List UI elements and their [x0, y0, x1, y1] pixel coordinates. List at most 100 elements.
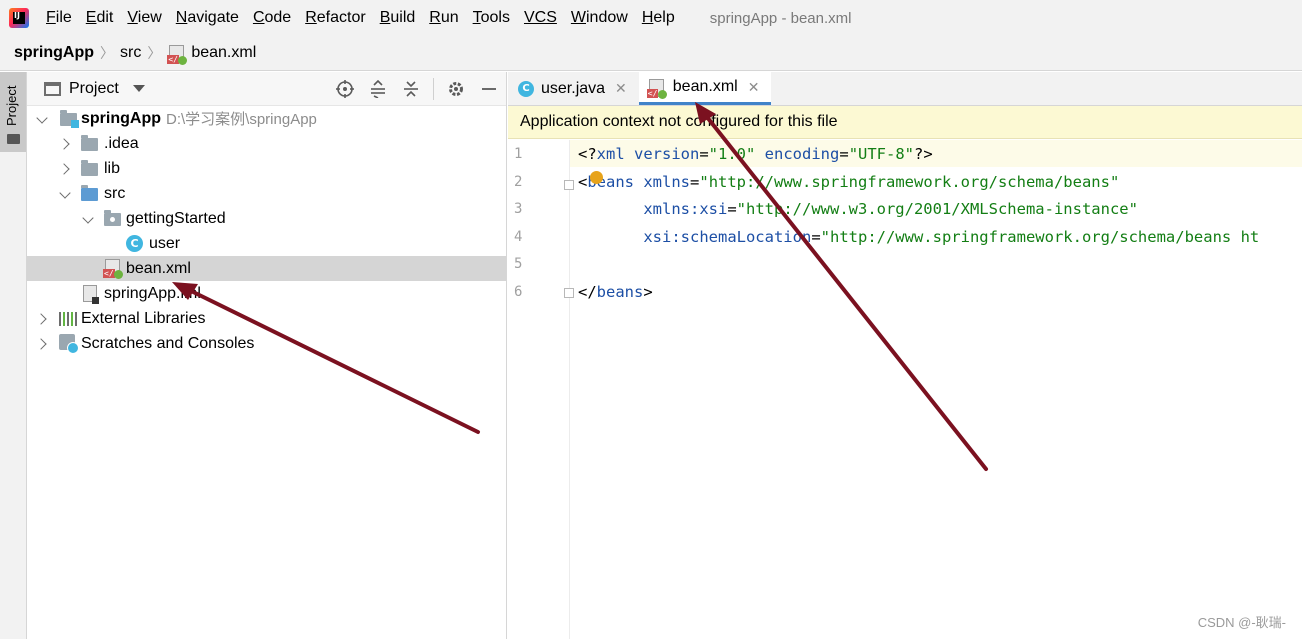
- expand-all-icon[interactable]: [367, 78, 389, 100]
- tree-row-external-libraries[interactable]: External Libraries: [27, 306, 506, 331]
- expand-arrow-icon[interactable]: [60, 188, 70, 198]
- project-tool-label: Project: [4, 85, 19, 126]
- editor-pane: C user.java ✕ bean.xml ✕ Application con…: [508, 72, 1302, 639]
- libraries-icon: [59, 312, 77, 326]
- package-icon: [104, 210, 121, 226]
- minimize-icon[interactable]: [478, 78, 500, 100]
- project-tree: springApp D:\学习案例\springApp .idea lib sr…: [27, 106, 506, 356]
- menu-window[interactable]: Window: [564, 9, 635, 27]
- expand-arrow-icon[interactable]: [37, 338, 47, 348]
- tree-label: External Libraries: [81, 309, 206, 327]
- folder-icon: [81, 160, 98, 176]
- chevron-right-icon: 〉: [147, 45, 162, 61]
- menu-vcs[interactable]: VCS: [517, 9, 564, 27]
- menu-build[interactable]: Build: [373, 9, 423, 27]
- tab-label: bean.xml: [672, 78, 738, 95]
- tab-user-java[interactable]: C user.java ✕: [508, 72, 639, 105]
- line-number: 5: [514, 256, 523, 272]
- chevron-right-icon: 〉: [100, 45, 114, 61]
- menu-file[interactable]: File: [39, 9, 79, 27]
- tree-label: .idea: [104, 134, 139, 152]
- xml-file-icon: [646, 78, 667, 99]
- menu-refactor[interactable]: Refactor: [298, 9, 372, 27]
- project-panel-title[interactable]: Project: [69, 80, 119, 98]
- menu-run[interactable]: Run: [422, 9, 465, 27]
- tree-label: springApp: [81, 109, 161, 127]
- tree-row-springapp[interactable]: springApp D:\学习案例\springApp: [27, 106, 506, 131]
- tree-row-src[interactable]: src: [27, 181, 506, 206]
- expand-arrow-icon[interactable]: [37, 313, 47, 323]
- tree-label: gettingStarted: [126, 209, 226, 227]
- code-line-4: xsi:schemaLocation = "http://www.springfra…: [643, 227, 1260, 246]
- window-icon: [44, 81, 61, 96]
- close-icon[interactable]: ✕: [615, 80, 627, 97]
- window-title: springApp - bean.xml: [709, 9, 852, 27]
- tree-label: user: [149, 234, 181, 252]
- scratches-icon: [59, 334, 79, 354]
- menu-code[interactable]: Code: [246, 9, 298, 27]
- breadcrumb-project[interactable]: springApp: [14, 44, 94, 62]
- tree-label: lib: [104, 159, 121, 177]
- close-icon[interactable]: ✕: [748, 79, 760, 96]
- gear-icon[interactable]: [445, 78, 467, 100]
- line-number: 2: [514, 174, 523, 190]
- dropdown-caret-icon[interactable]: [132, 85, 145, 92]
- tree-row-scratches[interactable]: Scratches and Consoles: [27, 331, 506, 356]
- menu-view[interactable]: View: [120, 9, 168, 27]
- tree-row-lib[interactable]: lib: [27, 156, 506, 181]
- iml-file-icon: [83, 285, 99, 304]
- tree-label: Scratches and Consoles: [81, 334, 255, 352]
- tab-label: user.java: [541, 79, 606, 97]
- panel-toolbar: [323, 78, 500, 100]
- tree-path-hint: D:\学习案例\springApp: [166, 111, 317, 128]
- project-panel-header: Project: [27, 72, 506, 106]
- breadcrumb-file[interactable]: bean.xml: [191, 44, 256, 62]
- expand-arrow-icon[interactable]: [60, 163, 70, 173]
- xml-file-icon: [103, 259, 123, 279]
- menu-bar: IJ File Edit View Navigate Code Refactor…: [0, 0, 1302, 36]
- java-class-icon: C: [518, 80, 534, 97]
- code-editor[interactable]: 1 2 3 4 5 6 <? xml version = "1.0" encoding…: [508, 140, 1302, 639]
- intention-bulb-icon[interactable]: [590, 171, 603, 184]
- fold-marker-icon[interactable]: [564, 180, 574, 190]
- tree-label: bean.xml: [126, 259, 191, 277]
- folder-icon: [7, 134, 20, 144]
- folder-icon: [81, 135, 98, 151]
- menu-tools[interactable]: Tools: [466, 9, 517, 27]
- expand-arrow-icon[interactable]: [83, 213, 93, 223]
- collapse-all-icon[interactable]: [400, 78, 422, 100]
- menu-edit[interactable]: Edit: [79, 9, 121, 27]
- line-gutter: 1 2 3 4 5 6: [508, 140, 574, 639]
- project-panel: Project springApp D:\学习案例\springApp .ide…: [27, 72, 507, 639]
- expand-arrow-icon[interactable]: [60, 138, 70, 148]
- fold-marker-icon[interactable]: [564, 288, 574, 298]
- tree-row-gettingstarted[interactable]: gettingStarted: [27, 206, 506, 231]
- tree-row-bean-xml[interactable]: bean.xml: [27, 256, 506, 281]
- code-line-6: </beans >: [578, 282, 653, 301]
- line-number: 6: [514, 284, 523, 300]
- locate-target-icon[interactable]: [334, 78, 356, 100]
- java-class-icon: C: [126, 235, 143, 252]
- tree-label: springApp.iml: [104, 284, 201, 302]
- breadcrumb-src[interactable]: src: [120, 44, 141, 62]
- toolbar-separator: [433, 78, 434, 100]
- line-number: 4: [514, 229, 523, 245]
- editor-tabs: C user.java ✕ bean.xml ✕: [508, 72, 1302, 106]
- menu-help[interactable]: Help: [635, 9, 682, 27]
- tab-bean-xml[interactable]: bean.xml ✕: [638, 72, 772, 105]
- expand-arrow-icon[interactable]: [37, 113, 47, 123]
- menu-navigate[interactable]: Navigate: [169, 9, 246, 27]
- line-number: 3: [514, 201, 523, 217]
- watermark: CSDN @-耿瑞-: [1197, 615, 1286, 630]
- source-folder-icon: [81, 185, 98, 201]
- tool-window-stripe: Project: [0, 72, 27, 639]
- tree-row-springapp-iml[interactable]: springApp.iml: [27, 281, 506, 306]
- module-folder-icon: [60, 110, 79, 128]
- tree-row-idea[interactable]: .idea: [27, 131, 506, 156]
- project-tool-tab[interactable]: Project: [0, 72, 26, 152]
- line-number: 1: [514, 146, 523, 162]
- code-line-2: < beans xmlns = "http://www.springframework…: [578, 172, 1120, 191]
- code-line-3: xmlns:xsi = "http://www.w3.org/2001/XMLSch…: [643, 199, 1138, 218]
- tree-row-user[interactable]: C user: [27, 231, 506, 256]
- tree-label: src: [104, 184, 126, 202]
